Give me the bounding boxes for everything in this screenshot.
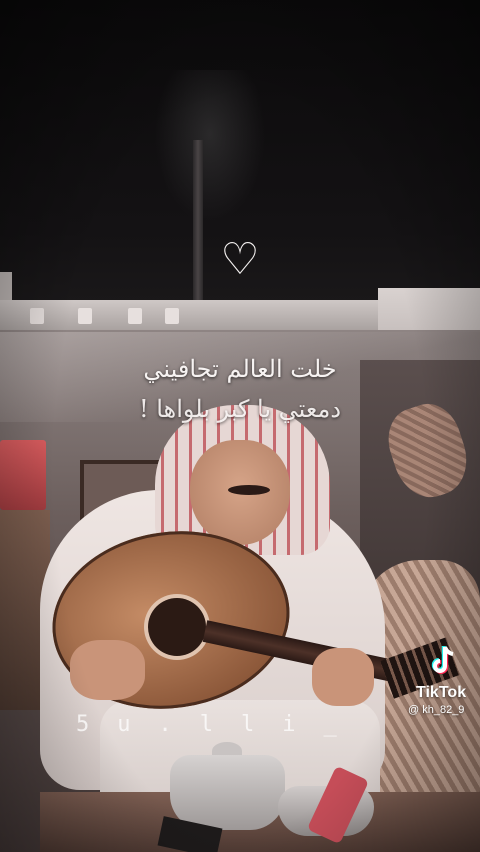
lyric-line-1: خلت العالم تجافيني xyxy=(143,355,337,383)
heart-icon: ♡ xyxy=(220,234,260,285)
tiktok-logo-icon[interactable] xyxy=(428,644,458,678)
lyric-line-2: دمعتي يا كبر بلواها ! xyxy=(138,395,342,423)
tiktok-handle[interactable]: @ kh_82_9 xyxy=(408,704,464,716)
username-watermark: 5u.lli_ xyxy=(76,712,365,737)
tiktok-brand-label: TikTok xyxy=(416,684,467,701)
